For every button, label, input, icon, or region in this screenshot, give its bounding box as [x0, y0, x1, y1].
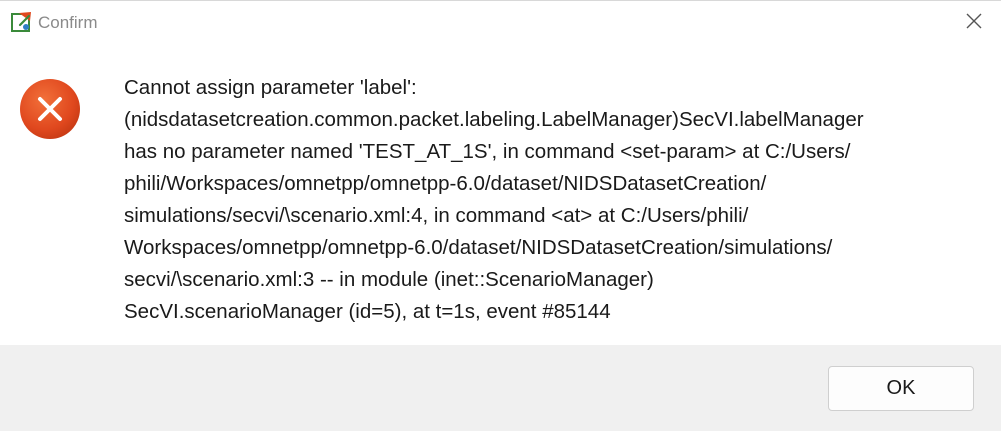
window-title: Confirm	[38, 13, 98, 32]
message-line: has no parameter named 'TEST_AT_1S', in …	[124, 140, 851, 163]
close-icon	[966, 13, 982, 34]
confirm-dialog: Confirm Cannot assign parameter 'label':…	[0, 0, 1001, 431]
message-line: secvi/\scenario.xml:3 -- in module (inet…	[124, 268, 654, 291]
eclipse-app-icon	[11, 11, 33, 33]
message-line: phili/Workspaces/omnetpp/omnetpp-6.0/dat…	[124, 172, 767, 195]
message-line: SecVI.scenarioManager (id=5), at t=1s, e…	[124, 300, 611, 323]
title-bar[interactable]: Confirm	[0, 1, 1001, 45]
close-button[interactable]	[954, 5, 994, 41]
error-message: Cannot assign parameter 'label': (nidsda…	[124, 72, 994, 328]
dialog-content: Cannot assign parameter 'label': (nidsda…	[0, 45, 1001, 345]
error-icon	[19, 78, 81, 140]
message-line: (nidsdatasetcreation.common.packet.label…	[124, 108, 864, 131]
ok-button[interactable]: OK	[828, 366, 974, 411]
button-bar: OK	[0, 345, 1001, 431]
message-line: simulations/secvi/\scenario.xml:4, in co…	[124, 204, 749, 227]
message-line: Cannot assign parameter 'label':	[124, 76, 417, 99]
message-line: Workspaces/omnetpp/omnetpp-6.0/dataset/N…	[124, 236, 833, 259]
